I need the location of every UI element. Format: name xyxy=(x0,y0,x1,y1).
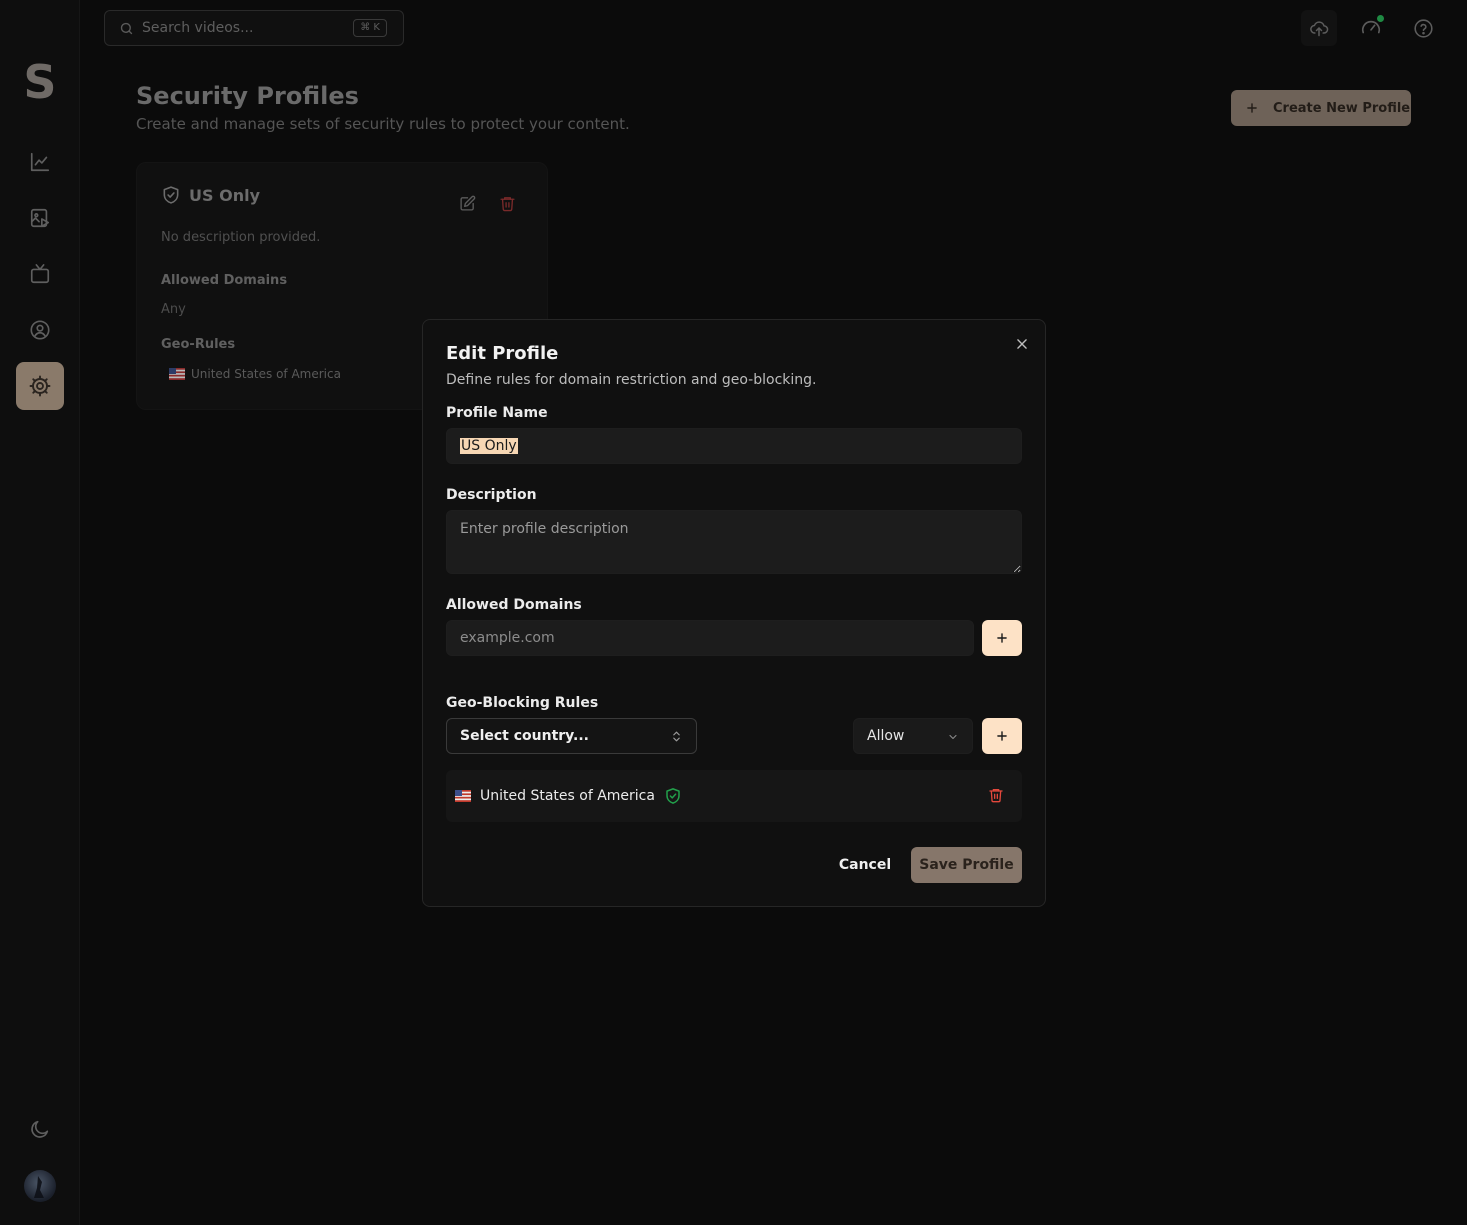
avatar[interactable] xyxy=(24,1170,56,1202)
plus-icon xyxy=(995,729,1009,743)
profile-name-input[interactable]: US Only xyxy=(446,428,1022,464)
domain-input[interactable] xyxy=(446,620,974,656)
sidebar-item-analytics[interactable] xyxy=(16,138,64,186)
video-file-icon xyxy=(29,207,51,229)
us-flag-icon xyxy=(455,790,471,802)
profile-card-title: US Only xyxy=(161,185,260,205)
sidebar: S xyxy=(0,0,80,1225)
cancel-button[interactable]: Cancel xyxy=(829,847,901,883)
rule-action-select[interactable]: Allow xyxy=(853,718,973,754)
trash-icon[interactable] xyxy=(988,787,1004,803)
trash-icon[interactable] xyxy=(499,195,516,212)
description-textarea[interactable] xyxy=(446,510,1022,574)
plus-icon xyxy=(1245,101,1259,115)
geo-rule-country: United States of America xyxy=(480,788,655,804)
geo-blocking-label: Geo-Blocking Rules xyxy=(446,695,599,711)
edit-icon[interactable] xyxy=(459,195,476,212)
chevrons-up-down-icon xyxy=(670,729,683,744)
profile-name-label: Profile Name xyxy=(446,405,548,421)
sidebar-item-channels[interactable] xyxy=(16,250,64,298)
geo-rule-chip: United States of America xyxy=(169,367,341,381)
geo-rules-label: Geo-Rules xyxy=(161,337,236,352)
upload-button[interactable] xyxy=(1301,10,1337,46)
close-icon[interactable] xyxy=(1015,337,1029,351)
geo-rule-row: United States of America xyxy=(446,770,1022,822)
geo-rule-country: United States of America xyxy=(191,367,341,381)
chart-line-icon xyxy=(29,151,51,173)
profile-card-name: US Only xyxy=(189,185,260,205)
user-circle-icon xyxy=(29,319,51,341)
create-new-profile-button[interactable]: Create New Profile xyxy=(1231,90,1411,126)
shield-check-icon xyxy=(664,787,682,805)
gear-icon xyxy=(28,374,52,398)
chevron-down-icon xyxy=(947,731,959,743)
sidebar-item-settings[interactable] xyxy=(16,362,64,410)
rule-action-value: Allow xyxy=(867,728,905,744)
country-select[interactable]: Select country... xyxy=(446,718,697,754)
search-icon xyxy=(119,21,134,36)
add-geo-rule-button[interactable] xyxy=(982,718,1022,754)
search-input[interactable] xyxy=(142,20,332,36)
search-shortcut-badge: ⌘ K xyxy=(353,19,387,37)
moon-icon xyxy=(29,1118,51,1140)
search-bar[interactable]: ⌘ K xyxy=(104,10,404,46)
edit-profile-dialog: Edit Profile Define rules for domain res… xyxy=(422,319,1046,907)
page-subtitle: Create and manage sets of security rules… xyxy=(136,115,630,133)
allowed-domains-value: Any xyxy=(161,302,186,317)
country-select-value: Select country... xyxy=(460,728,589,744)
cloud-upload-icon xyxy=(1309,18,1329,38)
status-dot xyxy=(1377,15,1384,22)
shield-icon xyxy=(161,185,181,205)
allowed-domains-label: Allowed Domains xyxy=(161,273,288,288)
profile-card-description: No description provided. xyxy=(161,230,321,245)
dialog-description: Define rules for domain restriction and … xyxy=(446,372,817,388)
save-profile-button[interactable]: Save Profile xyxy=(911,847,1022,883)
dialog-title: Edit Profile xyxy=(446,343,559,364)
theme-toggle-button[interactable] xyxy=(16,1105,64,1153)
us-flag-icon xyxy=(169,368,185,380)
app-logo[interactable]: S xyxy=(20,58,60,106)
plus-icon xyxy=(995,631,1009,645)
help-circle-icon xyxy=(1413,18,1434,39)
sidebar-item-videos[interactable] xyxy=(16,194,64,242)
help-button[interactable] xyxy=(1405,10,1441,46)
add-domain-button[interactable] xyxy=(982,620,1022,656)
status-button[interactable] xyxy=(1353,10,1389,46)
allowed-domains-field-label: Allowed Domains xyxy=(446,597,582,613)
description-label: Description xyxy=(446,487,537,503)
tv-icon xyxy=(29,263,51,285)
profile-name-value: US Only xyxy=(460,438,518,454)
create-new-profile-label: Create New Profile xyxy=(1273,100,1411,116)
sidebar-item-account[interactable] xyxy=(16,306,64,354)
page-title: Security Profiles xyxy=(136,82,359,110)
